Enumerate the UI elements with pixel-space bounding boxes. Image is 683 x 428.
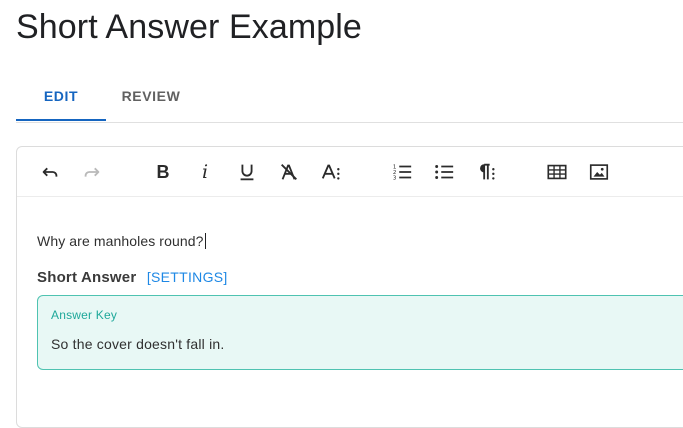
- insert-table-button[interactable]: [543, 159, 571, 185]
- page-title: Short Answer Example: [16, 8, 362, 46]
- text-cursor: [204, 233, 206, 249]
- question-text[interactable]: Why are manholes round?: [37, 233, 206, 249]
- tab-edit[interactable]: EDIT: [16, 72, 106, 121]
- numbered-list-button[interactable]: 123: [388, 159, 416, 185]
- clear-formatting-button[interactable]: [275, 159, 303, 185]
- table-icon: [547, 164, 567, 180]
- underline-button[interactable]: [233, 159, 261, 185]
- numbered-list-icon: 123: [393, 164, 412, 181]
- paragraph-icon: [480, 163, 495, 180]
- bulleted-list-button[interactable]: [430, 159, 458, 185]
- question-text-value: Why are manholes round?: [37, 233, 204, 249]
- bold-icon: B: [156, 162, 170, 182]
- svg-text:3: 3: [393, 175, 397, 181]
- text-size-button[interactable]: [317, 159, 345, 185]
- italic-icon: i: [201, 160, 209, 183]
- redo-button[interactable]: [78, 159, 106, 185]
- italic-button[interactable]: i: [191, 159, 219, 185]
- clear-format-icon: [281, 164, 297, 180]
- paragraph-style-button[interactable]: [472, 159, 500, 185]
- answer-key-value[interactable]: So the cover doesn't fall in.: [51, 336, 224, 352]
- tab-bar: EDIT REVIEW: [16, 72, 683, 123]
- bulleted-list-icon: [435, 165, 454, 179]
- answer-key-label: Answer Key: [51, 308, 118, 322]
- rich-text-editor: B i 123 Why are manholes round? Short An…: [16, 146, 683, 428]
- answer-key-box[interactable]: Answer Key So the cover doesn't fall in.: [37, 295, 683, 370]
- redo-icon: [84, 167, 100, 177]
- tab-review[interactable]: REVIEW: [106, 72, 196, 120]
- text-size-icon: [321, 164, 340, 180]
- insert-image-button[interactable]: [585, 159, 613, 185]
- short-answer-title: Short Answer: [37, 269, 137, 286]
- undo-icon: [42, 167, 58, 177]
- short-answer-header: Short Answer [SETTINGS]: [37, 269, 228, 287]
- underline-icon: [240, 164, 254, 181]
- editor-toolbar: B i 123: [17, 147, 683, 197]
- image-icon: [589, 164, 609, 180]
- bold-button[interactable]: B: [149, 159, 177, 185]
- settings-link[interactable]: [SETTINGS]: [147, 269, 228, 285]
- undo-button[interactable]: [36, 159, 64, 185]
